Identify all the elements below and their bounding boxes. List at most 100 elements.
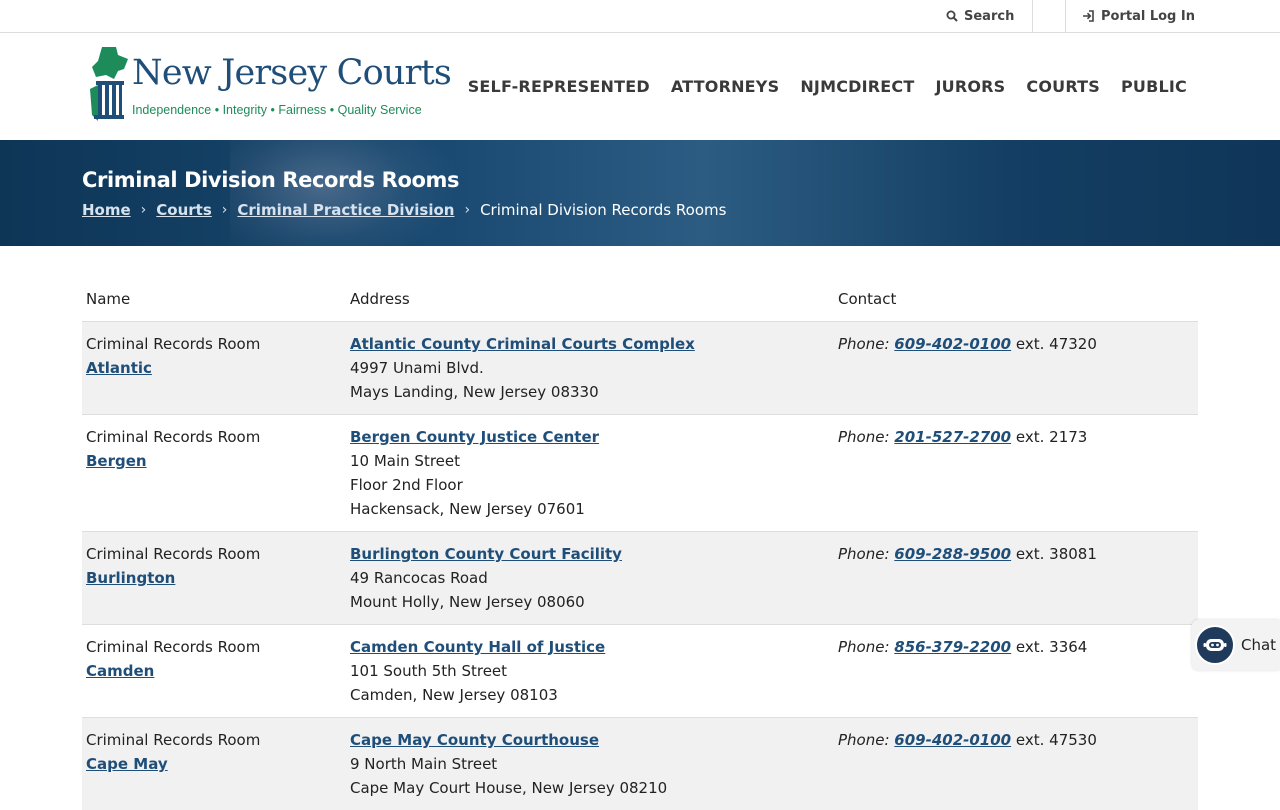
table-row: Criminal Records Room Burlington Burling… <box>82 532 1198 625</box>
phone-link[interactable]: 609-402-0100 <box>894 335 1011 353</box>
site-logo[interactable]: New Jersey Courts Independence • Integri… <box>88 45 408 125</box>
room-name: Criminal Records Room <box>86 425 342 449</box>
breadcrumb-home[interactable]: Home <box>82 201 131 219</box>
utility-divider <box>1032 0 1033 32</box>
address-cell: Camden County Hall of Justice 101 South … <box>346 625 834 718</box>
facility-link[interactable]: Burlington County Court Facility <box>350 545 622 563</box>
phone-link[interactable]: 856-379-2200 <box>894 638 1011 656</box>
table-header-row: Name Address Contact <box>82 276 1198 322</box>
phone-link[interactable]: 609-402-0100 <box>894 731 1011 749</box>
contact-cell: Phone: 609-402-0100 ext. 47320 <box>834 322 1198 415</box>
nav-attorneys[interactable]: ATTORNEYS <box>671 77 780 96</box>
address-line: Mount Holly, New Jersey 08060 <box>350 590 830 614</box>
portal-login-label: Portal Log In <box>1101 9 1195 24</box>
address-cell: Atlantic County Criminal Courts Complex … <box>346 322 834 415</box>
chat-bot-icon <box>1195 625 1235 665</box>
name-cell: Criminal Records Room Bergen <box>82 415 346 532</box>
address-cell: Burlington County Court Facility 49 Ranc… <box>346 532 834 625</box>
room-name: Criminal Records Room <box>86 332 342 356</box>
table-row: Criminal Records Room Camden Camden Coun… <box>82 625 1198 718</box>
table-row: Criminal Records Room Cape May Cape May … <box>82 718 1198 810</box>
contact-cell: Phone: 201-527-2700 ext. 2173 <box>834 415 1198 532</box>
table-row: Criminal Records Room Bergen Bergen Coun… <box>82 415 1198 532</box>
phone-extension: ext. 2173 <box>1016 428 1087 446</box>
page-banner: Criminal Division Records Rooms Home › C… <box>0 140 1280 246</box>
address-line: 49 Rancocas Road <box>350 566 830 590</box>
facility-link[interactable]: Bergen County Justice Center <box>350 428 599 446</box>
banner-background-image <box>230 140 460 246</box>
records-table: Name Address Contact Criminal Records Ro… <box>82 276 1198 810</box>
address-line: Cape May Court House, New Jersey 08210 <box>350 776 830 800</box>
facility-link[interactable]: Camden County Hall of Justice <box>350 638 605 656</box>
phone-colon: : <box>884 638 894 656</box>
address-line: Mays Landing, New Jersey 08330 <box>350 380 830 404</box>
site-header: New Jersey Courts Independence • Integri… <box>0 33 1280 140</box>
address-line: 9 North Main Street <box>350 752 830 776</box>
address-cell: Cape May County Courthouse 9 North Main … <box>346 718 834 810</box>
table-row: Criminal Records Room Atlantic Atlantic … <box>82 322 1198 415</box>
utility-bar: Search Portal Log In <box>0 0 1280 33</box>
county-link[interactable]: Cape May <box>86 755 168 773</box>
phone-colon: : <box>884 335 894 353</box>
phone-link[interactable]: 609-288-9500 <box>894 545 1011 563</box>
address-line: Floor 2nd Floor <box>350 473 830 497</box>
search-label: Search <box>964 9 1014 24</box>
main-nav: SELF-REPRESENTED ATTORNEYS NJMCDIRECT JU… <box>468 77 1187 96</box>
chat-widget[interactable]: Chat <box>1192 620 1280 670</box>
name-cell: Criminal Records Room Camden <box>82 625 346 718</box>
county-link[interactable]: Atlantic <box>86 359 152 377</box>
nav-njmcdirect[interactable]: NJMCDIRECT <box>800 77 914 96</box>
phone-link[interactable]: 201-527-2700 <box>894 428 1011 446</box>
county-link[interactable]: Bergen <box>86 452 147 470</box>
nj-courts-emblem-icon <box>88 45 130 123</box>
county-link[interactable]: Camden <box>86 662 154 680</box>
phone-colon: : <box>884 428 894 446</box>
logo-tagline: Independence • Integrity • Fairness • Qu… <box>132 103 422 117</box>
nav-jurors[interactable]: JURORS <box>935 77 1005 96</box>
chevron-right-icon: › <box>222 202 228 218</box>
breadcrumb-courts[interactable]: Courts <box>156 201 212 219</box>
phone-extension: ext. 47530 <box>1016 731 1097 749</box>
address-line: 10 Main Street <box>350 449 830 473</box>
contact-cell: Phone: 609-402-0100 ext. 47530 <box>834 718 1198 810</box>
search-icon <box>946 10 958 22</box>
portal-login-link[interactable]: Portal Log In <box>1082 0 1195 32</box>
phone-extension: ext. 38081 <box>1016 545 1097 563</box>
column-header-address: Address <box>346 276 834 322</box>
logo-title: New Jersey Courts <box>132 53 451 93</box>
breadcrumb-criminal-practice[interactable]: Criminal Practice Division <box>237 201 454 219</box>
breadcrumb-current: Criminal Division Records Rooms <box>480 201 726 219</box>
phone-label: Phone <box>838 731 884 749</box>
name-cell: Criminal Records Room Burlington <box>82 532 346 625</box>
nav-self-represented[interactable]: SELF-REPRESENTED <box>468 77 650 96</box>
county-link[interactable]: Burlington <box>86 569 175 587</box>
facility-link[interactable]: Atlantic County Criminal Courts Complex <box>350 335 695 353</box>
nav-public[interactable]: PUBLIC <box>1121 77 1187 96</box>
chevron-right-icon: › <box>141 202 147 218</box>
chat-label: Chat <box>1241 636 1276 654</box>
room-name: Criminal Records Room <box>86 635 342 659</box>
address-line: 101 South 5th Street <box>350 659 830 683</box>
facility-link[interactable]: Cape May County Courthouse <box>350 731 599 749</box>
breadcrumb: Home › Courts › Criminal Practice Divisi… <box>82 201 726 219</box>
room-name: Criminal Records Room <box>86 728 342 752</box>
nav-courts[interactable]: COURTS <box>1026 77 1100 96</box>
sign-in-icon <box>1082 10 1095 22</box>
phone-extension: ext. 3364 <box>1016 638 1087 656</box>
room-name: Criminal Records Room <box>86 542 342 566</box>
name-cell: Criminal Records Room Atlantic <box>82 322 346 415</box>
page-title: Criminal Division Records Rooms <box>82 168 459 192</box>
search-link[interactable]: Search <box>946 0 1014 32</box>
phone-extension: ext. 47320 <box>1016 335 1097 353</box>
column-header-contact: Contact <box>834 276 1198 322</box>
phone-label: Phone <box>838 545 884 563</box>
address-line: Hackensack, New Jersey 07601 <box>350 497 830 521</box>
phone-label: Phone <box>838 638 884 656</box>
name-cell: Criminal Records Room Cape May <box>82 718 346 810</box>
address-cell: Bergen County Justice Center 10 Main Str… <box>346 415 834 532</box>
phone-label: Phone <box>838 335 884 353</box>
phone-label: Phone <box>838 428 884 446</box>
phone-colon: : <box>884 545 894 563</box>
utility-divider <box>1065 0 1066 32</box>
chevron-right-icon: › <box>464 202 470 218</box>
